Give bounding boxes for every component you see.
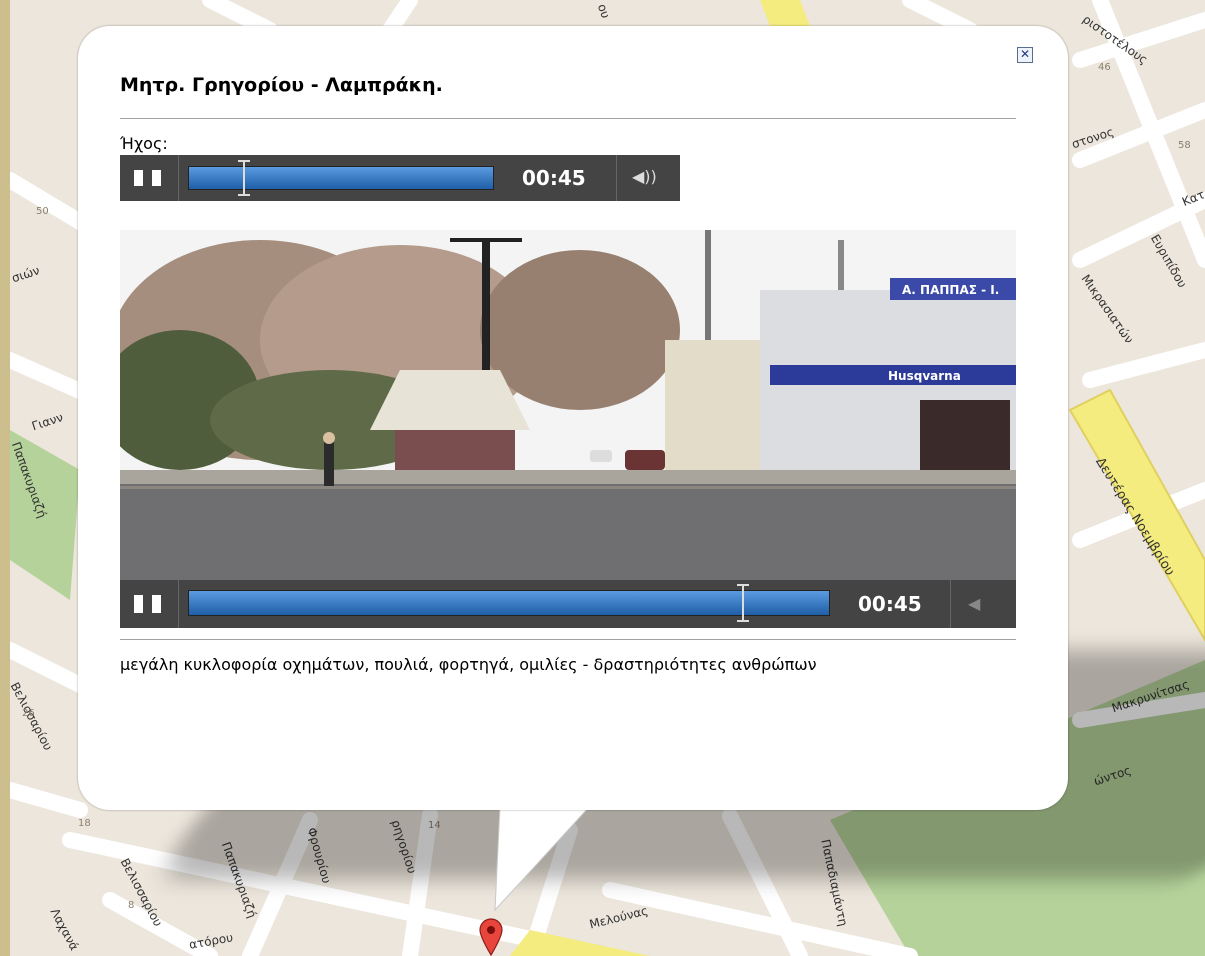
audio-pause-button[interactable]	[120, 155, 178, 201]
description-text: μεγάλη κυκλοφορία οχημάτων, πουλιά, φορτ…	[120, 655, 817, 674]
house-number: 58	[1178, 140, 1191, 151]
video-progress-track[interactable]	[188, 590, 830, 616]
divider	[616, 155, 617, 201]
infowindow-title: Μητρ. Γρηγορίου - Λαμπράκη.	[120, 74, 443, 96]
divider	[178, 580, 179, 628]
divider	[950, 580, 951, 628]
close-button[interactable]: ✕	[1017, 47, 1033, 63]
video-player-controls: 00:45 ◀	[120, 580, 1016, 628]
street-scene-image: Α. ΠΑΠΠΑΣ - Ι. Husqvarna	[120, 230, 1016, 580]
house-number: 26	[22, 708, 35, 719]
volume-icon[interactable]: ◀))	[632, 167, 657, 186]
audio-progress-handle[interactable]	[238, 160, 250, 196]
house-number: 18	[78, 818, 91, 829]
map-marker-icon[interactable]	[478, 917, 504, 956]
video-pause-button[interactable]	[120, 580, 178, 628]
volume-icon[interactable]: ◀	[968, 594, 980, 613]
shop-sign-husqvarna: Husqvarna	[888, 369, 961, 383]
shop-sign-pappas: Α. ΠΑΠΠΑΣ - Ι.	[902, 283, 999, 297]
divider	[120, 118, 1016, 119]
sound-label: Ήχος:	[120, 134, 168, 153]
audio-player: 00:45 ◀))	[120, 155, 680, 201]
house-number: 8	[128, 900, 135, 911]
audio-progress-track[interactable]	[188, 166, 494, 190]
video-frame[interactable]: Α. ΠΑΠΠΑΣ - Ι. Husqvarna	[120, 230, 1016, 580]
video-time-display: 00:45	[858, 592, 922, 616]
divider	[120, 639, 1016, 640]
divider	[178, 155, 179, 201]
house-number: 46	[1098, 62, 1111, 73]
house-number: 50	[36, 206, 49, 217]
audio-time-display: 00:45	[522, 166, 586, 190]
video-progress-handle[interactable]	[737, 584, 749, 622]
